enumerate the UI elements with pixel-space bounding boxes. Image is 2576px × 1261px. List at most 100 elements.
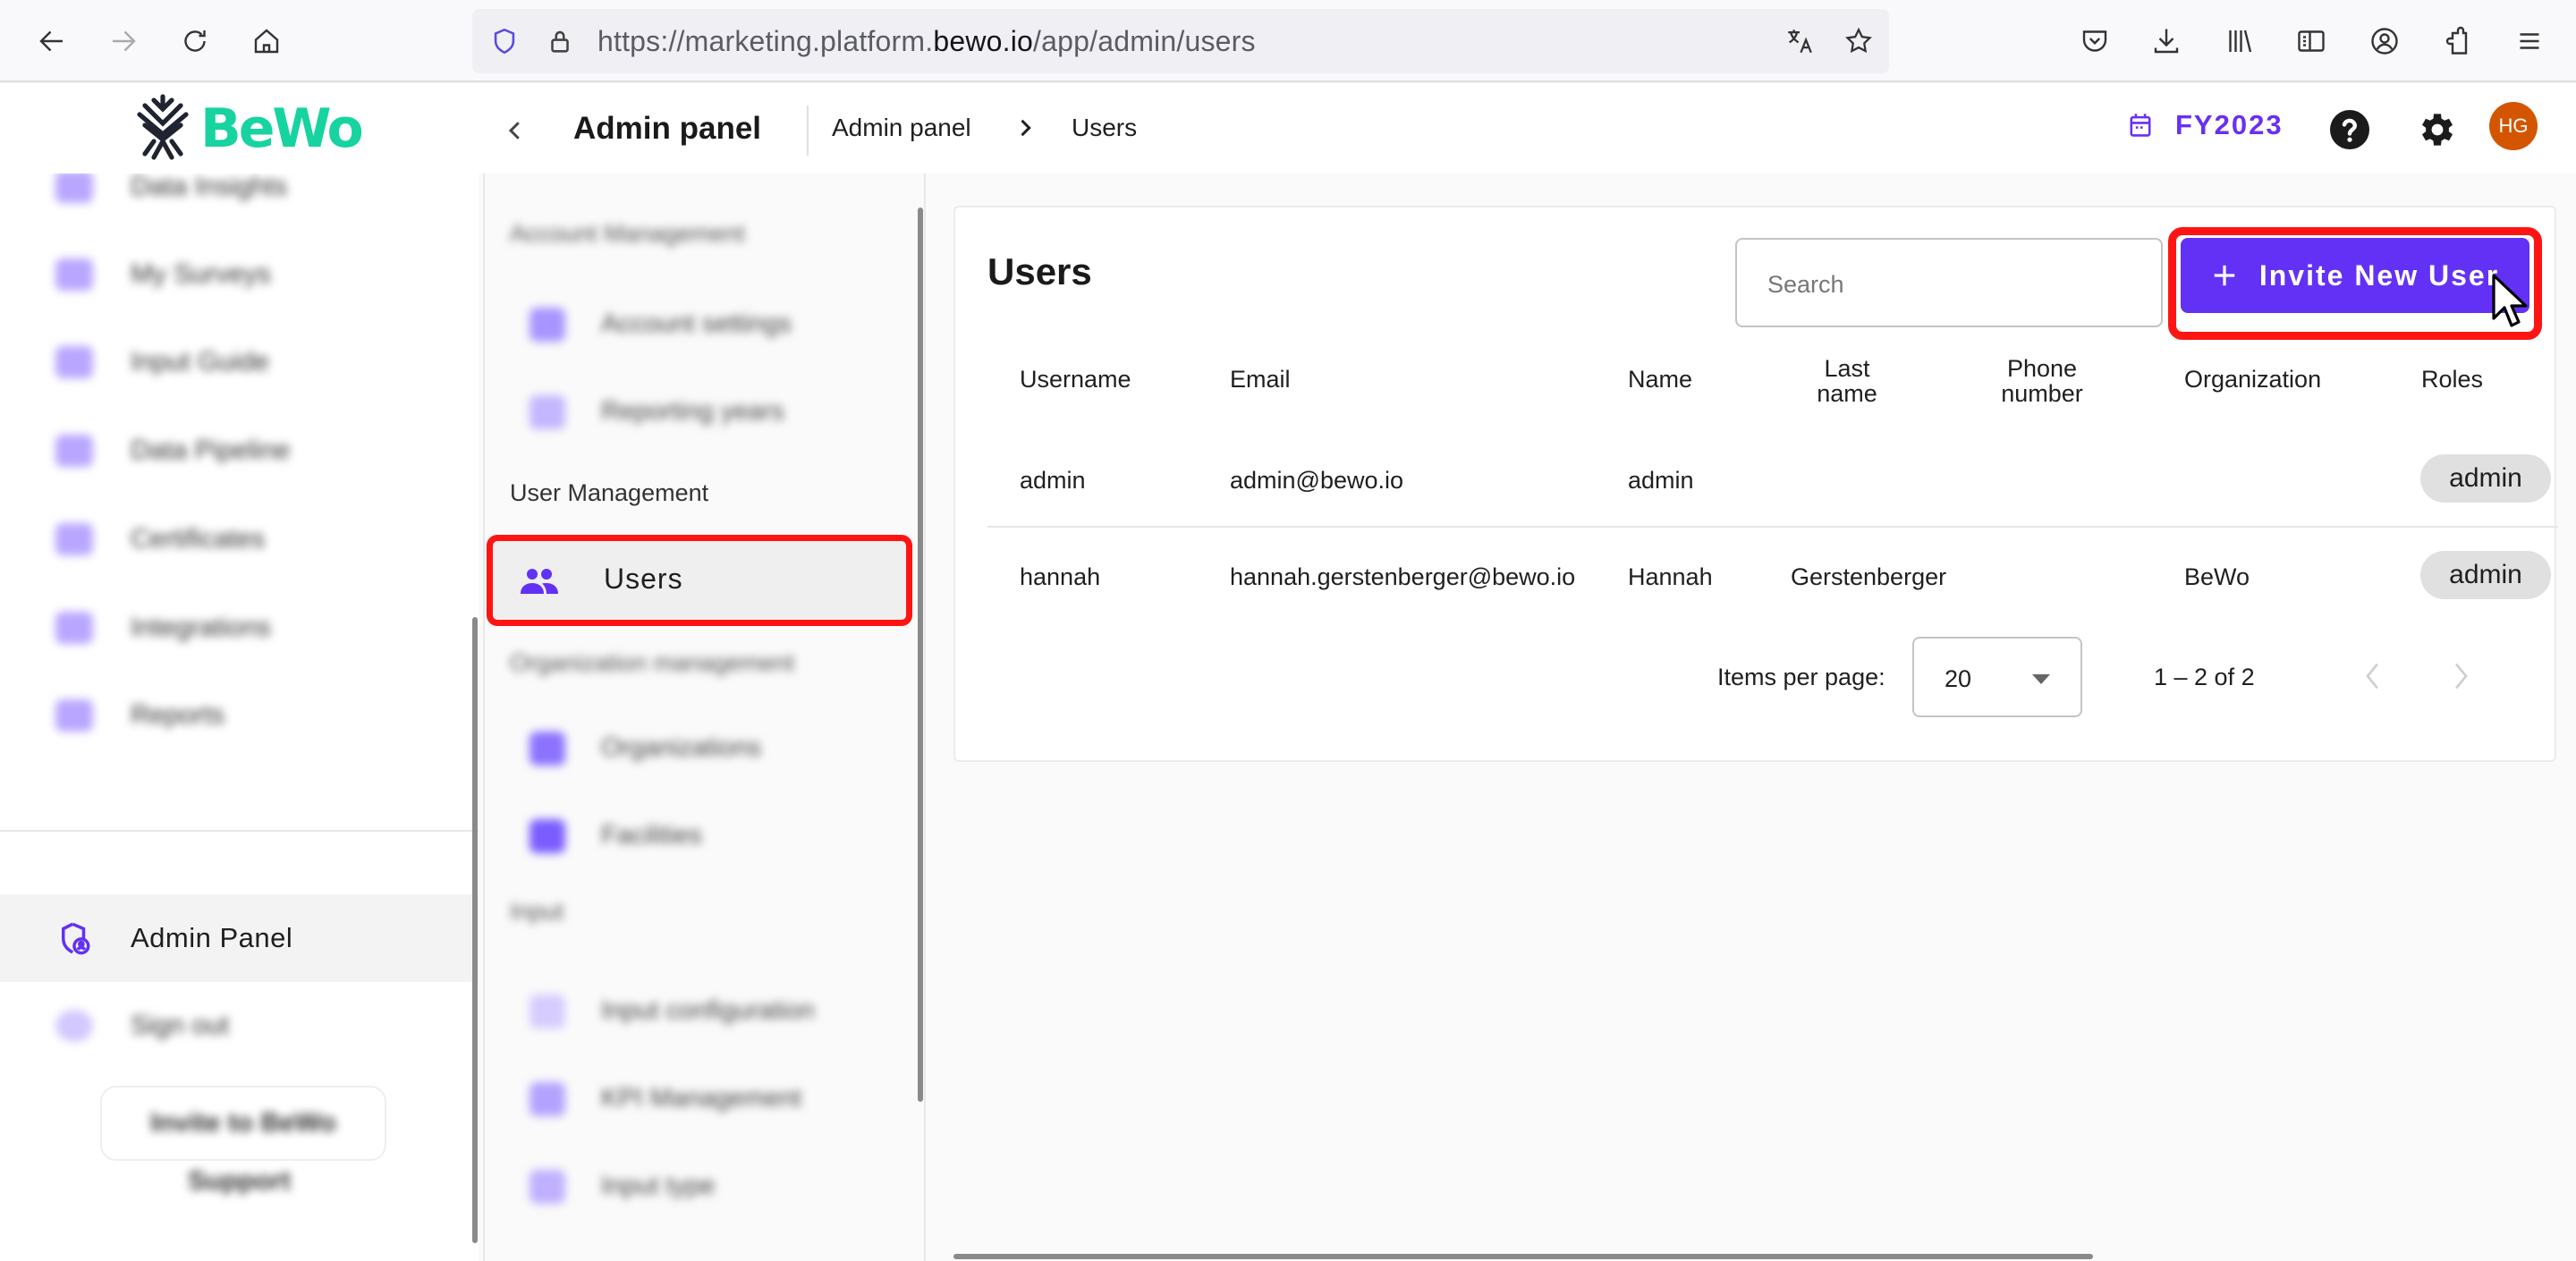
sidebar-item-sign-out[interactable]: Sign out (0, 982, 479, 1070)
account-management-heading: Account Management (510, 220, 745, 247)
subnav-item-facilities[interactable]: Facilities (485, 794, 914, 880)
cell-name: Hannah (1628, 563, 1713, 590)
sidebar-icon[interactable] (2292, 21, 2331, 61)
certificates-icon (55, 523, 93, 555)
invite-new-user-button[interactable]: Invite New User (2181, 238, 2529, 313)
plus-icon (2214, 265, 2235, 286)
column-header-username[interactable]: Username (1020, 367, 1131, 392)
bewo-logo-text: BeWo (200, 97, 364, 160)
support-link[interactable]: Support (0, 1166, 479, 1197)
bewo-logo[interactable]: BeWo (134, 93, 364, 165)
url-host: bewo.io (933, 25, 1034, 57)
sidebar-item-data-insights[interactable]: Data Insights (0, 173, 479, 231)
items-per-page-label: Items per page: (1717, 664, 1885, 690)
subnav-item-account-settings[interactable]: Account settings (485, 283, 914, 368)
users-title: Users (987, 250, 1092, 292)
account-icon[interactable] (2365, 21, 2404, 61)
cell-username: hannah (1020, 563, 1101, 590)
column-header-roles[interactable]: Roles (2421, 367, 2483, 392)
next-page-button[interactable] (2438, 651, 2483, 701)
user-avatar[interactable]: HG (2489, 102, 2538, 150)
facilities-icon (530, 819, 565, 853)
collapse-back-chevron-icon[interactable] (497, 111, 533, 150)
column-header-email[interactable]: Email (1230, 367, 1291, 392)
help-icon[interactable] (2327, 107, 2372, 152)
column-header-name[interactable]: Name (1628, 367, 1692, 392)
subnav-item-input-configuration[interactable]: Input configuration (485, 969, 914, 1055)
sidebar-item-label: Input Guide (131, 347, 270, 377)
breadcrumb-admin-panel[interactable]: Admin panel (832, 114, 971, 142)
sidebar-item-label: Admin Panel (131, 922, 293, 953)
data-insights-icon (55, 173, 93, 203)
column-header-phone-number[interactable]: Phone number (1984, 356, 2100, 406)
home-icon[interactable] (247, 21, 286, 61)
sidebar-item-my-surveys[interactable]: My Surveys (0, 231, 479, 318)
items-per-page-value: 20 (1945, 665, 1972, 692)
header-divider (807, 106, 809, 156)
settings-gear-icon[interactable] (2415, 107, 2460, 152)
reload-icon[interactable] (175, 21, 215, 61)
subnav-item-users[interactable]: Users (487, 535, 912, 626)
app-header: BeWo Admin panel Admin panel Users FY202… (0, 84, 2576, 173)
organization-management-heading: Organization management (510, 649, 795, 676)
library-icon[interactable] (2220, 21, 2259, 61)
subnav-item-label: Users (604, 563, 683, 595)
bookmark-star-icon[interactable] (1841, 23, 1877, 59)
invite-to-bewo-button[interactable]: Invite to BeWo (100, 1086, 386, 1161)
admin-shield-icon (55, 919, 93, 957)
subnav-item-input-type[interactable]: Input type (485, 1145, 914, 1231)
sidebar-scrollbar[interactable] (472, 617, 478, 1243)
role-chip: admin (2420, 454, 2551, 503)
sidebar-item-input-guide[interactable]: Input Guide (0, 318, 479, 406)
main-sidebar: Data Insights My Surveys Input Guide Dat… (0, 173, 479, 1261)
shield-icon[interactable] (487, 23, 522, 59)
extensions-icon[interactable] (2438, 21, 2478, 61)
sidebar-item-label: Data Pipeline (131, 436, 291, 465)
sidebar-item-data-pipeline[interactable]: Data Pipeline (0, 407, 479, 495)
integrations-icon (55, 612, 93, 644)
fiscal-year-selector[interactable]: FY2023 (2129, 109, 2284, 141)
cell-organization: BeWo (2184, 563, 2250, 590)
downloads-icon[interactable] (2147, 21, 2186, 61)
sidebar-item-integrations[interactable]: Integrations (0, 584, 479, 672)
subnav-scrollbar[interactable] (918, 207, 923, 1102)
invite-to-bewo-label: Invite to BeWo (150, 1108, 336, 1138)
column-header-organization[interactable]: Organization (2184, 367, 2321, 392)
my-surveys-icon (55, 258, 93, 291)
pocket-icon[interactable] (2075, 21, 2114, 61)
url-text[interactable]: https://marketing.platform.bewo.io/app/a… (597, 25, 1256, 58)
users-card: Users Invite New User Username Email Nam… (953, 206, 2558, 762)
bewo-logo-mark-icon (134, 93, 191, 165)
sidebar-item-label: Reports (131, 700, 225, 730)
sidebar-item-certificates[interactable]: Certificates (0, 495, 479, 583)
sidebar-item-admin-panel[interactable]: Admin Panel (0, 894, 479, 982)
subnav-item-label: Reporting years (601, 397, 784, 426)
translate-icon[interactable] (1782, 23, 1818, 59)
items-per-page-select[interactable]: 20 (1912, 637, 2082, 717)
lock-icon[interactable] (542, 23, 578, 59)
breadcrumb-users: Users (1072, 114, 1138, 141)
subnav-item-organizations[interactable]: Organizations (485, 707, 914, 792)
search-field[interactable] (1735, 238, 2163, 327)
subnav-item-reporting-years[interactable]: Reporting years (485, 370, 914, 456)
menu-icon[interactable] (2510, 21, 2549, 61)
search-input[interactable] (1767, 267, 2125, 302)
sidebar-item-reports[interactable]: Reports (0, 672, 479, 759)
role-chip: admin (2420, 551, 2551, 599)
forward-icon[interactable] (104, 21, 143, 61)
subnav-item-kpi-management[interactable]: KPI Management (485, 1057, 914, 1143)
column-header-last-name[interactable]: Last name (1798, 356, 1896, 406)
main-horizontal-scrollbar[interactable] (953, 1254, 2093, 1259)
url-bar[interactable]: https://marketing.platform.bewo.io/app/a… (472, 9, 1889, 73)
dropdown-caret-icon (2032, 674, 2050, 684)
previous-page-button[interactable] (2351, 651, 2395, 701)
browser-toolbar: https://marketing.platform.bewo.io/app/a… (0, 0, 2576, 82)
chevron-left-icon (2366, 663, 2378, 690)
sidebar-item-label: Certificates (131, 524, 266, 554)
row-divider (987, 526, 2558, 528)
cell-name: admin (1628, 467, 1694, 494)
breadcrumb-chevron-icon (1013, 113, 1038, 143)
invite-new-user-label: Invite New User (2258, 258, 2500, 292)
page-title: Admin panel (573, 111, 762, 146)
back-icon[interactable] (32, 21, 72, 61)
